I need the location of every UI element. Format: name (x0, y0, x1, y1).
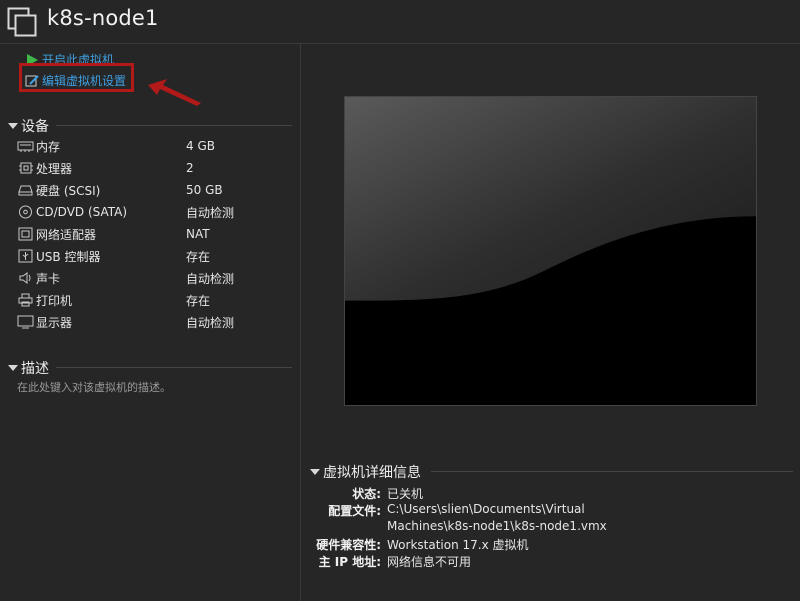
cpu-icon (19, 162, 33, 174)
sound-card-icon (19, 272, 31, 284)
device-row-sound[interactable]: 声卡 自动检测 (17, 267, 297, 289)
detail-value: 已关机 (387, 487, 424, 501)
device-row-harddisk[interactable]: 硬盘 (SCSI) 50 GB (17, 179, 297, 201)
cd-dvd-icon (19, 205, 32, 219)
detail-value: Machines\k8s-node1\k8s-node1.vmx (387, 519, 607, 533)
device-value: 自动检测 (186, 271, 235, 286)
device-row-display[interactable]: 显示器 自动检测 (17, 311, 297, 333)
description-header-label: 描述 (21, 361, 49, 377)
detail-value: 网络信息不可用 (387, 555, 472, 569)
device-value: 存在 (186, 249, 211, 264)
memory-icon (17, 141, 34, 152)
collapse-triangle-icon (310, 469, 320, 475)
description-placeholder[interactable]: 在此处键入对该虚拟机的描述。 (17, 379, 171, 395)
collapse-triangle-icon (8, 123, 18, 129)
detail-label: 硬件兼容性: (316, 538, 381, 552)
device-name: 显示器 (36, 315, 73, 330)
device-row-cd-dvd[interactable]: CD/DVD (SATA) 自动检测 (17, 201, 297, 223)
device-value: 存在 (186, 293, 211, 308)
vm-screen-thumbnail[interactable] (344, 96, 757, 406)
display-icon (17, 315, 34, 329)
vm-details-section-header[interactable]: 虚拟机详细信息 (310, 462, 421, 482)
description-section-header[interactable]: 描述 (8, 358, 49, 378)
detail-value: C:\Users\slien\Documents\Virtual (387, 502, 585, 516)
vm-details-header-label: 虚拟机详细信息 (323, 465, 421, 481)
device-name: 打印机 (36, 293, 73, 308)
device-value: 4 GB (186, 139, 215, 153)
device-name: 网络适配器 (36, 227, 97, 242)
section-divider (431, 471, 793, 472)
detail-label: 主 IP 地址: (318, 555, 381, 569)
device-row-processor[interactable]: 处理器 2 (17, 157, 297, 179)
device-name: 内存 (36, 139, 61, 154)
devices-section-header[interactable]: 设备 (8, 116, 49, 136)
title-bar: k8s-node1 (0, 0, 800, 44)
section-divider (56, 125, 292, 126)
harddisk-icon (18, 185, 33, 196)
collapse-triangle-icon (8, 365, 18, 371)
right-panel: 虚拟机详细信息 状态: 已关机 配置文件: C:\Users\slien\Doc… (301, 44, 800, 601)
device-row-memory[interactable]: 内存 4 GB (17, 135, 297, 157)
section-divider (56, 367, 292, 368)
device-value: 2 (186, 161, 194, 175)
device-name: CD/DVD (SATA) (36, 205, 128, 219)
detail-label: 状态: (352, 487, 381, 501)
device-value: 50 GB (186, 183, 223, 197)
device-row-network[interactable]: 网络适配器 NAT (17, 223, 297, 245)
network-adapter-icon (18, 227, 33, 241)
device-name: 声卡 (36, 271, 61, 286)
vm-tab-icon (7, 7, 37, 37)
device-value: 自动检测 (186, 205, 235, 220)
annotation-arrow-icon (148, 79, 201, 106)
device-row-usb[interactable]: USB 控制器 存在 (17, 245, 297, 267)
device-name: USB 控制器 (36, 249, 101, 264)
printer-icon (18, 293, 33, 307)
detail-value: Workstation 17.x 虚拟机 (387, 538, 529, 552)
device-value: 自动检测 (186, 315, 235, 330)
highlight-annotation-box (19, 63, 134, 92)
usb-controller-icon (18, 249, 33, 263)
device-name: 硬盘 (SCSI) (36, 183, 101, 198)
vm-title: k8s-node1 (47, 6, 159, 30)
devices-header-label: 设备 (21, 119, 49, 135)
detail-label: 配置文件: (328, 504, 381, 518)
device-value: NAT (186, 227, 210, 241)
device-row-printer[interactable]: 打印机 存在 (17, 289, 297, 311)
left-panel: 开启此虚拟机 编辑虚拟机设置 设备 内存 4 GB 处理器 2 硬盘 (SCSI… (0, 44, 301, 601)
device-name: 处理器 (36, 161, 73, 176)
